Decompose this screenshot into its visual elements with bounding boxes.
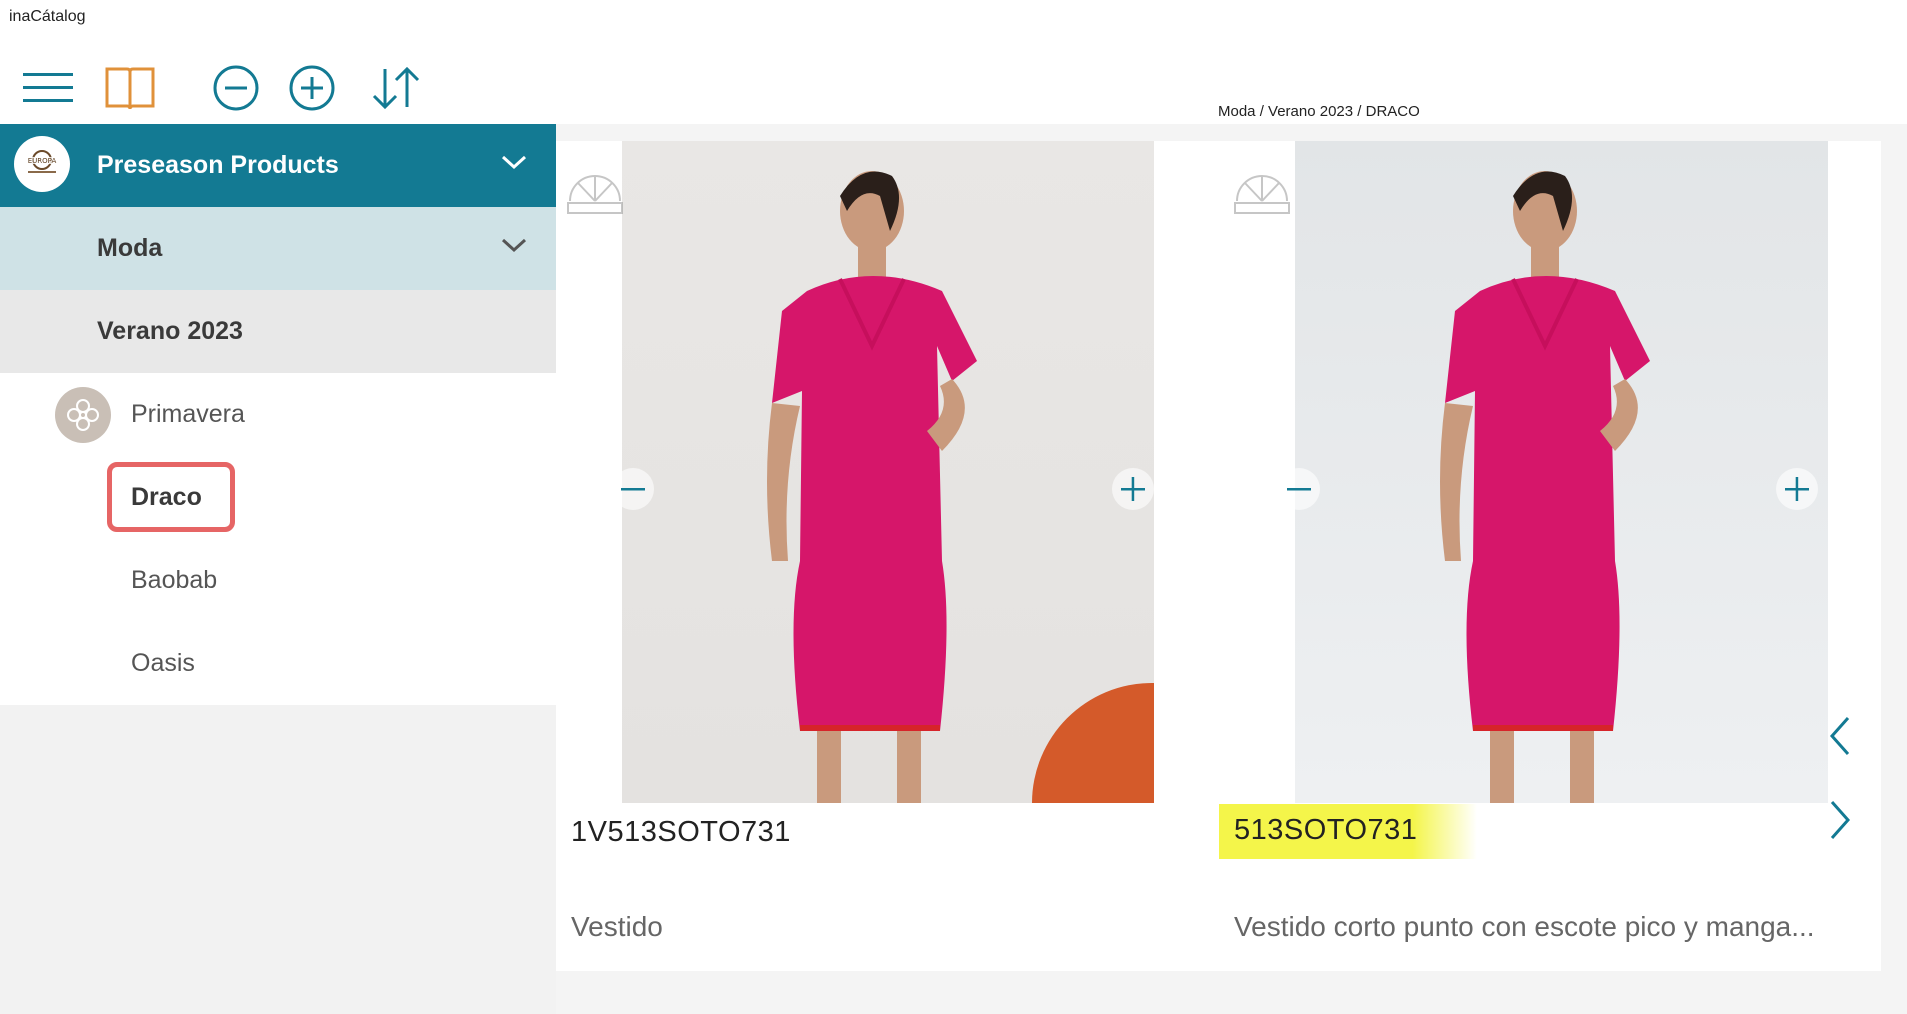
image-zoom-out-button[interactable] <box>1278 468 1320 510</box>
nav-item-baobab[interactable]: Baobab <box>0 539 556 622</box>
nav-item-label: Primavera <box>131 400 245 428</box>
sort-icon <box>372 66 420 110</box>
nav-preseason-products[interactable]: EUROPA Preseason Products <box>0 124 556 207</box>
brand-logo: EUROPA <box>14 136 70 192</box>
nav-verano-label: Verano 2023 <box>97 317 243 345</box>
product-grid: 1V513SOTO731 Vestido 513SOTO731 Vestido … <box>556 124 1907 1014</box>
zoom-out-button[interactable] <box>206 58 266 118</box>
product-code-highlighted: 513SOTO731 <box>1219 804 1478 859</box>
chevron-left-icon <box>1829 717 1850 755</box>
svg-text:EUROPA: EUROPA <box>28 157 57 165</box>
minus-icon <box>621 488 645 491</box>
dress-photo-illustration <box>767 171 1154 803</box>
nav-item-oasis[interactable]: Oasis <box>0 622 556 705</box>
flower-icon <box>55 387 111 443</box>
menu-icon <box>23 73 73 102</box>
image-zoom-in-button[interactable] <box>1112 468 1154 510</box>
product-code: 1V513SOTO731 <box>571 816 791 848</box>
breadcrumb: Moda / Verano 2023 / DRACO <box>1218 103 1420 120</box>
nav-item-draco[interactable]: Draco <box>0 456 556 539</box>
plus-icon <box>1785 477 1809 501</box>
nav-item-label: Baobab <box>131 566 218 594</box>
dress-photo-illustration <box>1440 171 1650 803</box>
title-bar: inaCátalog <box>0 0 1907 38</box>
book-icon <box>105 67 155 110</box>
plus-icon <box>1121 477 1145 501</box>
nav-item-label: Draco <box>131 483 202 511</box>
nav-moda[interactable]: Moda <box>0 207 556 290</box>
image-zoom-out-button[interactable] <box>612 468 654 510</box>
nav-moda-label: Moda <box>97 234 163 262</box>
app-title: inaCátalog <box>9 8 86 25</box>
menu-button[interactable] <box>18 58 78 118</box>
product-description: Vestido <box>571 911 663 942</box>
zoom-in-icon <box>289 65 335 111</box>
arch-window-icon <box>567 175 623 214</box>
chevron-down-icon <box>501 155 527 170</box>
chevron-right-icon <box>1830 801 1851 839</box>
nav-item-primavera[interactable]: Primavera <box>0 373 556 456</box>
product-card[interactable]: 513SOTO731 Vestido corto punto con escot… <box>1219 141 1881 971</box>
product-description: Vestido corto punto con escote pico y ma… <box>1234 911 1815 942</box>
sidebar: EUROPA Preseason Products Moda Verano 20… <box>0 124 556 1014</box>
previous-page-button[interactable] <box>1820 710 1860 762</box>
next-page-button[interactable] <box>1820 794 1860 846</box>
zoom-out-icon <box>213 65 259 111</box>
nav-item-label: Oasis <box>131 649 195 677</box>
product-photo[interactable] <box>1295 141 1828 803</box>
chevron-down-icon <box>501 238 527 253</box>
image-zoom-in-button[interactable] <box>1776 468 1818 510</box>
nav-verano-2023[interactable]: Verano 2023 <box>0 290 556 373</box>
product-card[interactable]: 1V513SOTO731 Vestido <box>556 141 1219 971</box>
product-photo[interactable] <box>622 141 1154 803</box>
zoom-in-button[interactable] <box>282 58 342 118</box>
toolbar <box>0 48 556 124</box>
nav-preseason-label: Preseason Products <box>97 151 339 179</box>
catalog-book-button[interactable] <box>100 58 160 118</box>
nav-subcategory-list: Primavera Draco Baobab Oasis <box>0 373 556 705</box>
arch-window-icon <box>1234 175 1290 214</box>
minus-icon <box>1287 488 1311 491</box>
sort-button[interactable] <box>366 58 426 118</box>
